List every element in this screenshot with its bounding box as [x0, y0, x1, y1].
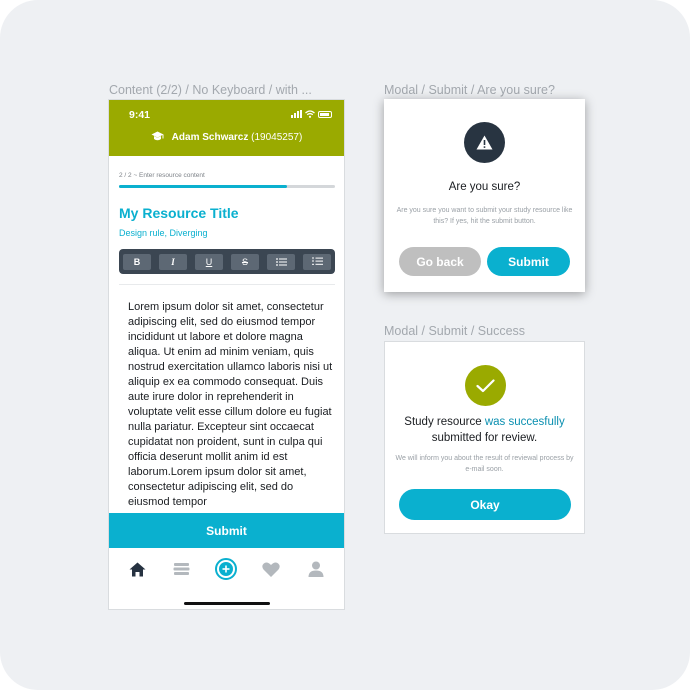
warning-icon	[476, 135, 493, 150]
tab-home[interactable]	[125, 557, 149, 581]
success-title-part1: Study resource	[404, 416, 485, 428]
artboard: Content (2/2) / No Keyboard / with ... M…	[0, 0, 690, 690]
user-line: Adam Schwarcz (19045257)	[109, 131, 344, 143]
bold-button[interactable]: B	[123, 253, 151, 270]
numbered-list-button[interactable]	[303, 253, 331, 270]
confirm-description: Are you sure you want to submit your stu…	[396, 207, 573, 225]
signal-icon	[291, 110, 302, 118]
status-time: 9:41	[129, 109, 151, 121]
frame-title-success: Modal / Submit / Success	[384, 324, 526, 338]
frame-title-confirm: Modal / Submit / Are you sure?	[384, 83, 555, 97]
add-icon	[215, 558, 238, 580]
success-modal: Study resource was succesfully submitted …	[384, 341, 585, 534]
frame-title-phone: Content (2/2) / No Keyboard / with ...	[109, 83, 312, 97]
okay-button[interactable]: Okay	[399, 489, 571, 520]
content-text-area[interactable]: Lorem ipsum dolor sit amet, consectetur …	[128, 300, 333, 510]
profile-icon	[308, 561, 324, 577]
bullet-list-icon	[275, 257, 287, 266]
app-header: 9:41 Adam Schwarcz (19045257)	[109, 100, 344, 156]
phone-screen: 9:41 Adam Schwarcz (19045257) 2 / 2 ~ En…	[108, 99, 345, 610]
checkmark-icon	[476, 378, 495, 392]
tab-profile[interactable]	[304, 557, 328, 581]
success-title-highlight: was succesfully	[484, 416, 565, 428]
bottom-tab-bar	[109, 555, 344, 583]
divider	[119, 284, 335, 285]
wifi-icon	[305, 110, 315, 118]
status-icons	[291, 110, 332, 118]
submit-button[interactable]: Submit	[109, 513, 344, 548]
warning-badge	[464, 122, 505, 163]
home-indicator	[184, 602, 270, 605]
tab-favorites[interactable]	[259, 557, 283, 581]
bullet-list-button[interactable]	[267, 253, 295, 270]
library-icon	[173, 563, 190, 575]
battery-icon	[318, 110, 332, 118]
home-icon	[129, 562, 146, 576]
success-description: We will inform you about the result of r…	[395, 455, 574, 473]
confirm-submit-button[interactable]: Submit	[487, 247, 570, 276]
numbered-list-icon	[311, 257, 323, 265]
format-toolbar: B I U S	[119, 249, 335, 274]
success-title: Study resource was succesfully submitted …	[385, 415, 584, 446]
confirm-title: Are you sure?	[448, 181, 521, 193]
confirm-modal: Are you sure? Are you sure you want to s…	[384, 99, 585, 292]
progress-fill	[119, 185, 288, 188]
tab-library[interactable]	[170, 557, 194, 581]
tab-add[interactable]	[214, 557, 238, 581]
step-label: 2 / 2 ~ Enter resource content	[119, 172, 205, 179]
resource-tags[interactable]: Design rule, Diverging	[119, 228, 208, 238]
success-badge	[465, 365, 506, 406]
heart-icon	[262, 562, 280, 577]
resource-title: My Resource Title	[119, 205, 239, 221]
user-id: (19045257)	[251, 132, 303, 143]
progress-bar	[119, 185, 335, 188]
go-back-button[interactable]: Go back	[399, 247, 481, 276]
user-name: Adam Schwarcz	[171, 132, 249, 143]
strikethrough-button[interactable]: S	[231, 253, 259, 270]
graduation-cap-icon	[151, 131, 164, 141]
italic-button[interactable]: I	[159, 253, 187, 270]
underline-button[interactable]: U	[195, 253, 223, 270]
success-title-part2: submitted for review.	[431, 431, 538, 444]
